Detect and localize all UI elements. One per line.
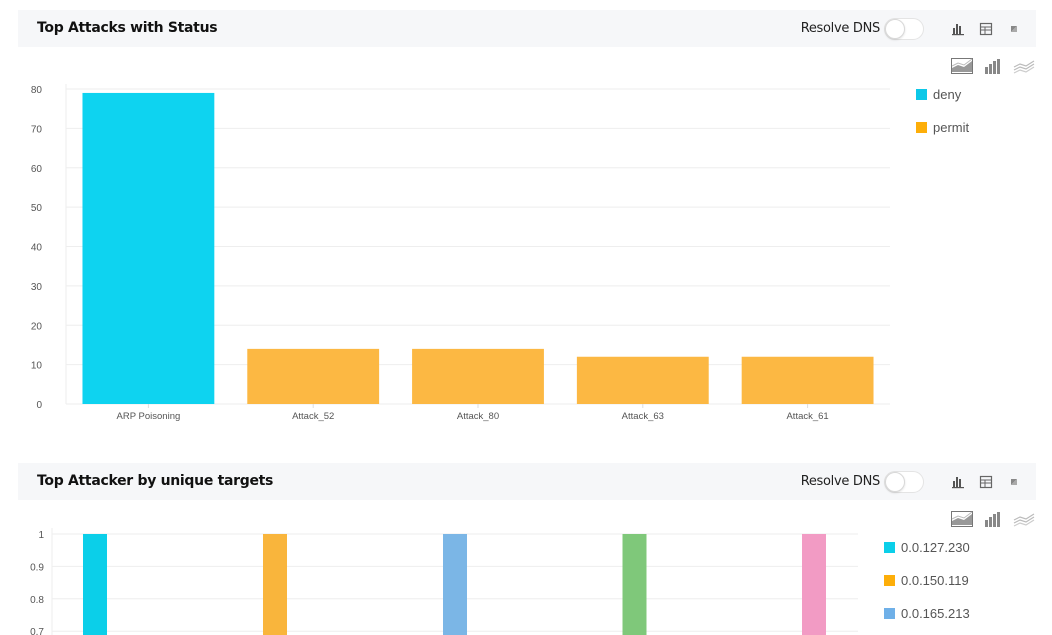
y-tick-label: 1 (38, 530, 44, 541)
legend-label: 0.0.127.230 (901, 539, 970, 555)
y-tick-label: 0.8 (30, 595, 44, 606)
legend-item[interactable]: 0.0.127.230 (884, 539, 970, 555)
bar-series-0 (83, 534, 107, 635)
legend-swatch (884, 574, 895, 586)
legend-top-attacker: 0.0.127.230 0.0.150.119 0.0.165.213 (884, 539, 970, 635)
legend-label: 0.0.165.213 (901, 605, 970, 621)
legend-item[interactable]: 0.0.150.119 (884, 572, 970, 588)
legend-item[interactable]: 0.0.165.213 (884, 605, 970, 621)
legend-swatch (884, 607, 895, 619)
bar-series-2 (443, 534, 467, 635)
bar-series-1 (263, 534, 287, 635)
y-tick-label: 0.9 (30, 562, 44, 573)
y-tick-label: 0.7 (30, 627, 44, 635)
bar-series-4 (802, 534, 826, 635)
bar-series-3 (622, 534, 647, 635)
legend-swatch (884, 541, 895, 553)
legend-label: 0.0.150.119 (901, 572, 969, 588)
